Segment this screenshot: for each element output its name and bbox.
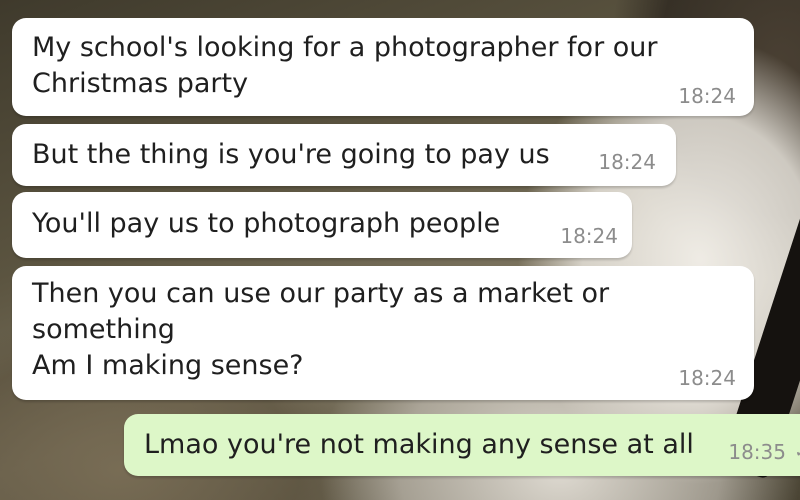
message-bubble-incoming[interactable]: My school's looking for a photographer f… bbox=[12, 18, 754, 116]
message-timestamp: 18:24 bbox=[678, 84, 736, 108]
message-text: But the thing is you're going to pay us bbox=[32, 137, 550, 173]
message-timestamp: 18:35 bbox=[728, 440, 786, 464]
message-line: something bbox=[32, 314, 175, 345]
message-line: Am I making sense? bbox=[32, 350, 304, 381]
message-text: Then you can use our party as a market o… bbox=[32, 276, 609, 384]
message-line: Lmao you're not making any sense at all bbox=[144, 429, 694, 460]
message-timestamp: 18:24 bbox=[598, 150, 656, 174]
message-text: Lmao you're not making any sense at all bbox=[144, 427, 694, 463]
message-line: Christmas party bbox=[32, 68, 249, 99]
message-timestamp: 18:24 bbox=[678, 366, 736, 390]
message-line: Then you can use our party as a market o… bbox=[32, 278, 610, 309]
message-text: My school's looking for a photographer f… bbox=[32, 30, 657, 102]
message-bubble-incoming[interactable]: You'll pay us to photograph people 18:24 bbox=[12, 192, 632, 258]
chat-background: My school's looking for a photographer f… bbox=[0, 0, 800, 500]
delivered-check-icon: ✓ bbox=[795, 442, 800, 462]
message-bubble-outgoing[interactable]: Lmao you're not making any sense at all … bbox=[124, 414, 800, 476]
message-line: But the thing is you're going to pay us bbox=[32, 139, 550, 170]
message-timestamp: 18:24 bbox=[560, 224, 618, 248]
message-line: My school's looking for a photographer f… bbox=[32, 32, 658, 63]
message-line: You'll pay us to photograph people bbox=[32, 208, 501, 239]
message-bubble-incoming[interactable]: But the thing is you're going to pay us … bbox=[12, 124, 676, 186]
message-text: You'll pay us to photograph people bbox=[32, 206, 500, 242]
message-bubble-incoming[interactable]: Then you can use our party as a market o… bbox=[12, 266, 754, 400]
